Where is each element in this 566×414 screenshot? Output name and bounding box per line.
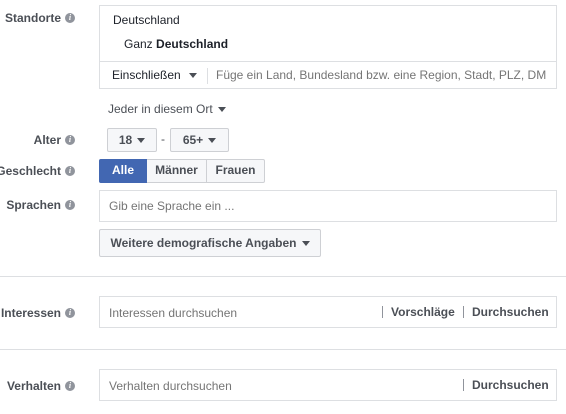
- behaviors-vsep: [463, 379, 464, 391]
- gender-all-button[interactable]: Alle: [99, 159, 147, 183]
- age-min-dropdown[interactable]: 18: [107, 128, 157, 152]
- behaviors-box: Durchsuchen: [99, 369, 557, 401]
- gender-women-button[interactable]: Frauen: [207, 159, 264, 183]
- info-icon[interactable]: i: [65, 165, 75, 176]
- chevron-down-icon: [301, 241, 310, 247]
- interests-search-input[interactable]: [109, 303, 379, 323]
- info-icon[interactable]: i: [65, 134, 75, 145]
- interests-vsep-1: [382, 306, 383, 318]
- locations-box: Deutschland Ganz Deutschland Einschließe…: [99, 5, 557, 89]
- include-dropdown[interactable]: Einschließen: [112, 68, 197, 82]
- include-vsep: [207, 68, 208, 84]
- interests-box: Vorschläge Durchsuchen: [99, 296, 557, 328]
- languages-label: Sprachen i: [6, 198, 75, 212]
- section-divider: [0, 349, 566, 350]
- info-icon[interactable]: i: [65, 307, 75, 318]
- age-separator: -: [161, 132, 165, 146]
- chevron-down-icon: [208, 138, 217, 144]
- behaviors-label: Verhalten i: [7, 379, 75, 393]
- chevron-down-icon: [137, 138, 146, 144]
- locations-divider: [100, 61, 556, 62]
- interests-browse-link[interactable]: Durchsuchen: [472, 305, 549, 319]
- interests-label: Interessen i: [1, 306, 75, 320]
- info-icon[interactable]: i: [65, 199, 75, 210]
- chevron-down-icon: [217, 107, 226, 113]
- info-icon[interactable]: i: [65, 12, 75, 23]
- gender-men-button[interactable]: Männer: [147, 159, 206, 183]
- section-divider: [0, 276, 566, 277]
- languages-box: [99, 190, 557, 222]
- age-max-dropdown[interactable]: 65+: [170, 128, 229, 152]
- location-whole-country[interactable]: Ganz Deutschland: [124, 37, 228, 51]
- behaviors-browse-link[interactable]: Durchsuchen: [472, 378, 549, 392]
- suggestions-link[interactable]: Vorschläge: [391, 305, 455, 319]
- info-icon[interactable]: i: [65, 380, 75, 391]
- locations-label: Standorte i: [5, 11, 75, 25]
- behaviors-search-input[interactable]: [109, 376, 449, 396]
- people-filter-dropdown[interactable]: Jeder in diesem Ort: [108, 102, 226, 116]
- location-country: Deutschland: [113, 13, 180, 27]
- location-search-input[interactable]: [216, 64, 546, 86]
- age-label: Alter i: [34, 133, 75, 147]
- interests-vsep-2: [463, 306, 464, 318]
- language-input[interactable]: [109, 196, 539, 216]
- gender-label: Geschlecht i: [0, 164, 75, 178]
- more-demographics-button[interactable]: Weitere demografische Angaben: [99, 229, 321, 257]
- chevron-down-icon: [188, 73, 197, 79]
- gender-segmented-control: Alle Männer Frauen: [99, 159, 265, 183]
